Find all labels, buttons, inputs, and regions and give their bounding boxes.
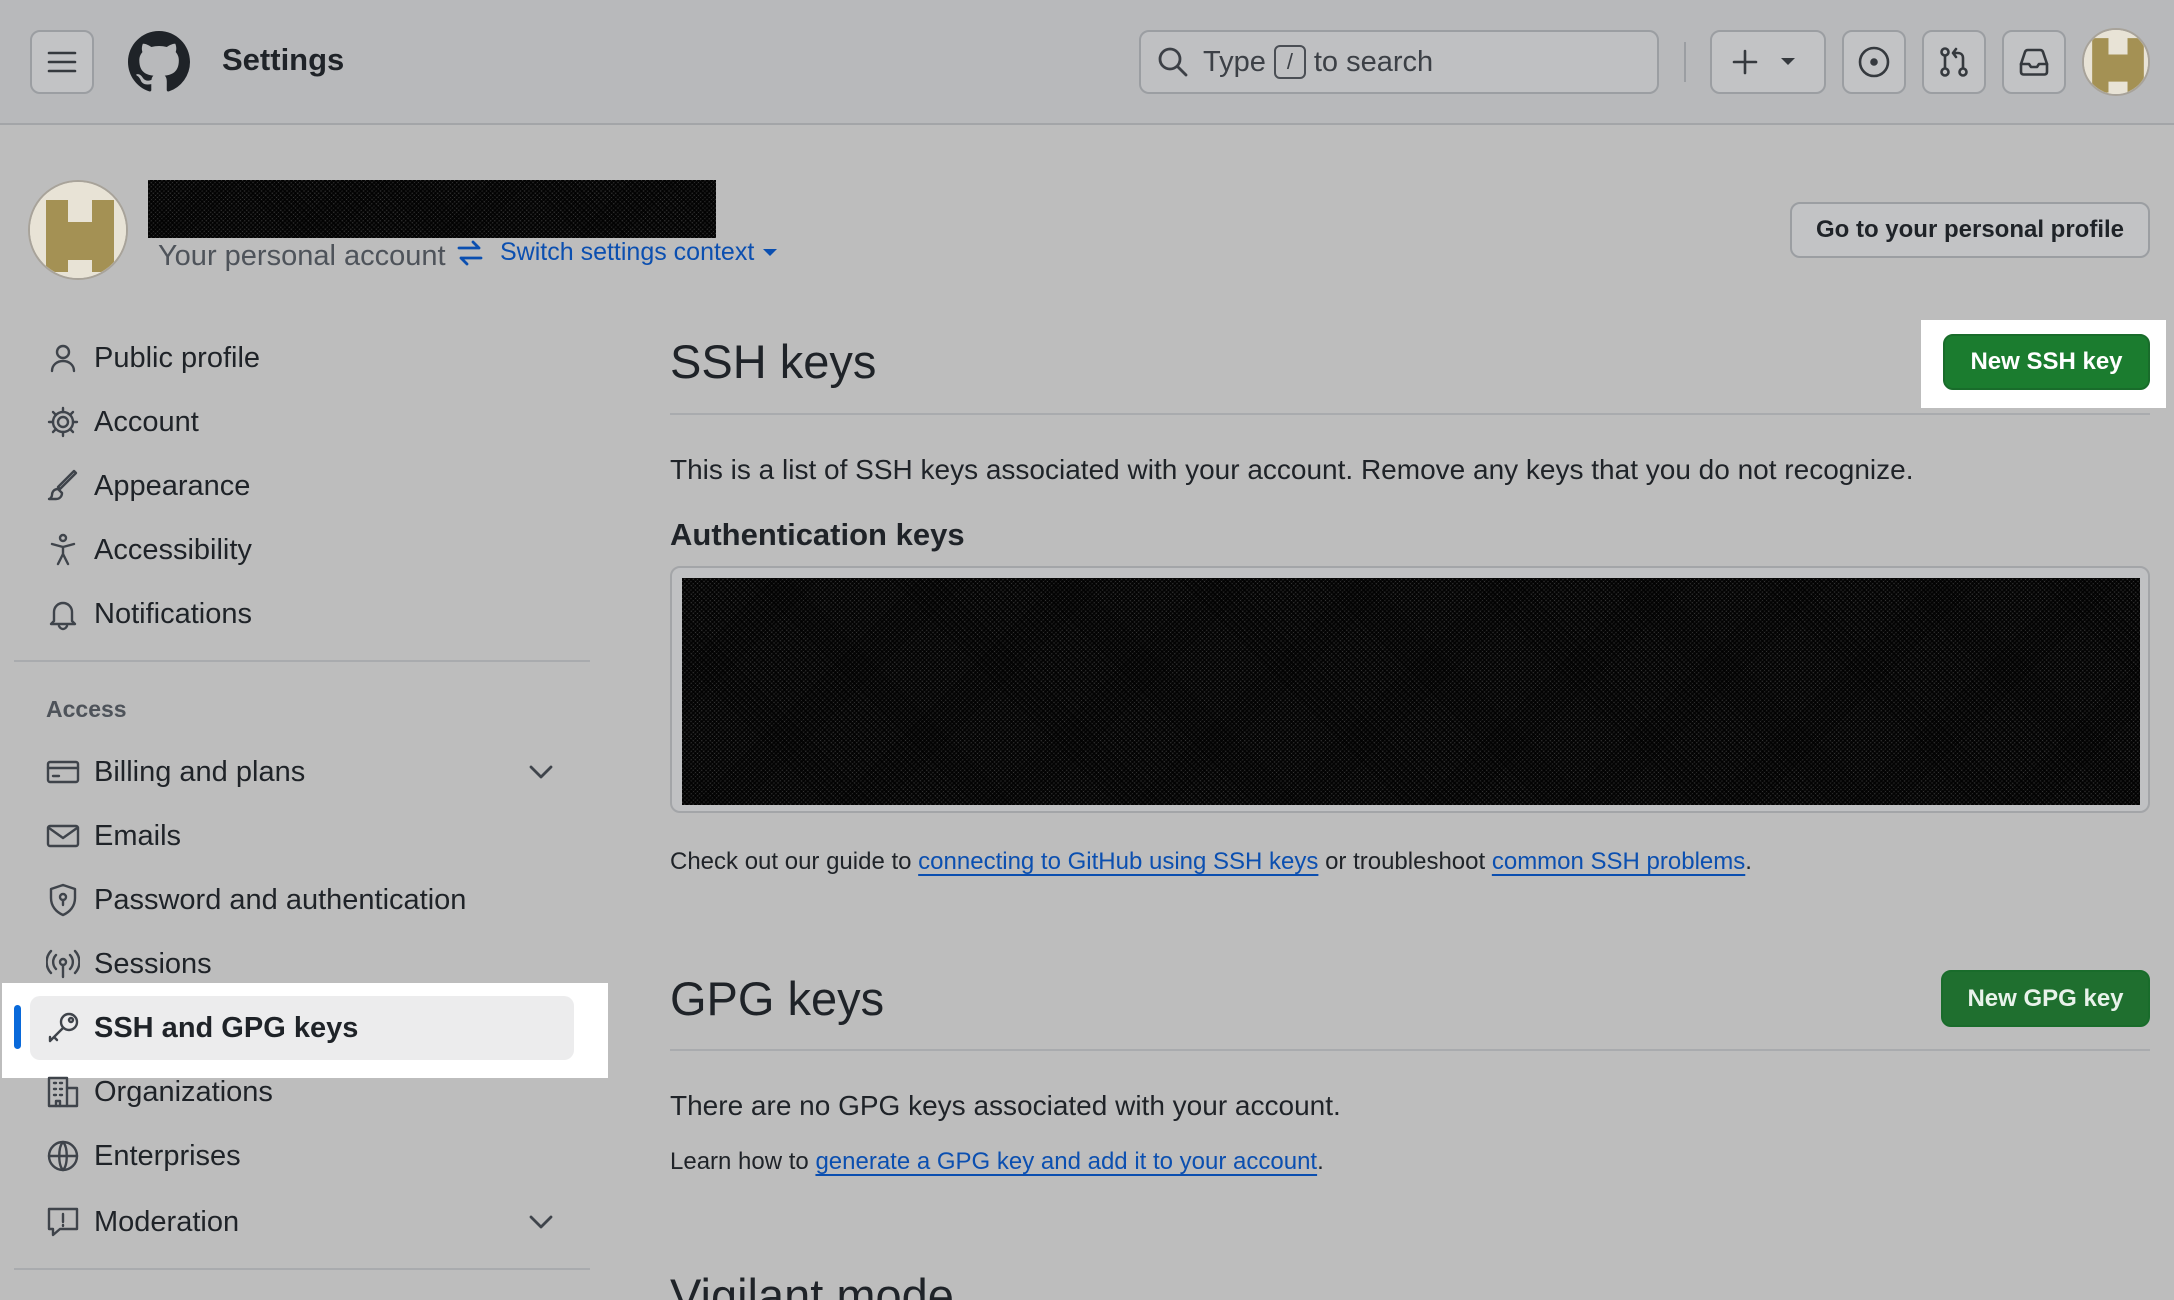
ssh-guide-link[interactable]: connecting to GitHub using SSH keys (918, 848, 1318, 875)
sidebar-active-indicator (14, 1005, 21, 1049)
sidebar-item-label: Emails (94, 819, 182, 852)
sidebar-item-label: Notifications (94, 597, 252, 630)
sidebar-item-label: Appearance (94, 469, 251, 502)
redacted-ssh-keys (682, 578, 2140, 805)
vigilant-mode-title: Vigilant mode (670, 1269, 954, 1300)
bell-icon (49, 601, 77, 631)
ssh-description: This is a list of SSH keys associated wi… (670, 454, 1914, 485)
inbox-button[interactable] (2002, 30, 2066, 94)
sidebar-item-sessions[interactable]: Sessions (46, 939, 212, 989)
accessibility-icon (50, 533, 76, 566)
search-placeholder-suffix: to search (1313, 45, 1434, 78)
sidebar-item-label: Accessibility (94, 533, 252, 566)
hamburger-icon (47, 51, 77, 73)
user-avatar-header[interactable] (2082, 28, 2150, 96)
github-logo-icon[interactable] (128, 31, 190, 93)
sidebar-item-label: Organizations (94, 1075, 273, 1108)
gpg-learn-prefix: Learn how to (670, 1148, 809, 1175)
authentication-keys-heading: Authentication keys (670, 517, 965, 552)
inbox-icon (2019, 48, 2049, 76)
report-icon (47, 1207, 79, 1237)
sidebar-item-notifications[interactable]: Notifications (46, 589, 252, 639)
header-divider (1684, 42, 1686, 82)
gear-icon (47, 406, 79, 438)
sidebar-item-accessibility[interactable]: Accessibility (46, 525, 252, 575)
search-icon (1158, 47, 1188, 77)
sidebar-heading-access: Access (46, 696, 127, 722)
sidebar-divider-bottom (14, 1268, 590, 1270)
issue-circle-icon (1858, 46, 1890, 78)
sidebar-item-emails[interactable]: Emails (46, 811, 181, 861)
broadcast-icon (46, 949, 80, 979)
gpg-learn-text: Learn how to generate a GPG key and add … (670, 1148, 1324, 1176)
pull-request-icon (1940, 47, 1968, 77)
switch-settings-context-link[interactable]: Switch settings context (456, 238, 778, 267)
sidebar-item-label: Enterprises (94, 1139, 241, 1172)
search-input[interactable]: Type / to search (1139, 30, 1659, 94)
sidebar-item-ssh-gpg-keys[interactable]: SSH and GPG keys (46, 1003, 358, 1053)
sidebar-item-appearance[interactable]: Appearance (46, 461, 250, 511)
new-ssh-key-button[interactable]: New SSH key (1943, 334, 2150, 390)
top-header: Settings Type / to search (0, 0, 2174, 125)
arrow-switch-icon (457, 240, 483, 265)
sidebar-divider (14, 660, 590, 662)
plus-icon (1732, 49, 1758, 75)
ssh-guide-middle: or troubleshoot (1325, 848, 1486, 875)
menu-button[interactable] (30, 30, 94, 94)
key-icon (48, 1012, 79, 1043)
sidebar-item-password-authentication[interactable]: Password and authentication (46, 875, 466, 925)
redacted-username (148, 180, 716, 238)
sidebar-item-label: Public profile (94, 341, 261, 374)
identicon-avatar-large (30, 182, 126, 278)
person-icon (50, 344, 76, 373)
sidebar-item-public-profile[interactable]: Public profile (46, 333, 260, 383)
create-new-button[interactable] (1710, 30, 1826, 94)
ssh-guide-suffix: . (1745, 848, 1752, 875)
globe-icon (47, 1140, 79, 1172)
sidebar-item-billing[interactable]: Billing and plans (46, 747, 305, 797)
sidebar-item-label: Moderation (94, 1205, 240, 1238)
gpg-learn-suffix: . (1317, 1148, 1324, 1175)
gpg-empty-message: There are no GPG keys associated with yo… (670, 1090, 1341, 1121)
sidebar-item-label: Account (94, 405, 199, 438)
user-avatar (28, 180, 128, 280)
gpg-keys-title: GPG keys (670, 972, 885, 1025)
sidebar-item-label: Sessions (94, 947, 212, 980)
sidebar-item-organizations[interactable]: Organizations (46, 1067, 273, 1117)
ssh-guide-prefix: Check out our guide to (670, 848, 912, 875)
chevron-down-icon[interactable] (526, 1212, 556, 1232)
ssh-guide-text: Check out our guide to connecting to Git… (670, 848, 1752, 876)
ssh-problems-link[interactable]: common SSH problems (1492, 848, 1745, 875)
sidebar-item-label: Password and authentication (94, 883, 467, 916)
new-gpg-key-button[interactable]: New GPG key (1941, 970, 2150, 1027)
sidebar-item-label: SSH and GPG keys (94, 1011, 359, 1044)
personal-account-label: Your personal account (158, 240, 446, 272)
chevron-down-icon[interactable] (526, 762, 556, 782)
caret-down-icon (763, 248, 778, 256)
sidebar-item-enterprises[interactable]: Enterprises (46, 1131, 241, 1181)
sidebar-item-moderation[interactable]: Moderation (46, 1197, 239, 1247)
gpg-divider (670, 1049, 2150, 1051)
go-to-profile-button[interactable]: Go to your personal profile (1790, 202, 2150, 258)
ssh-keys-title: SSH keys (670, 335, 877, 388)
mail-icon (46, 824, 80, 848)
search-placeholder-prefix: Type (1203, 45, 1266, 78)
organization-icon (47, 1076, 79, 1108)
search-shortcut-key: / (1273, 45, 1306, 79)
identicon-avatar (2084, 30, 2148, 94)
pull-requests-button[interactable] (1922, 30, 1986, 94)
header-title: Settings (222, 42, 345, 77)
sidebar-item-label: Billing and plans (94, 755, 306, 788)
generate-gpg-key-link[interactable]: generate a GPG key and add it to your ac… (815, 1148, 1317, 1175)
credit-card-icon (46, 760, 80, 784)
caret-down-icon (1781, 58, 1795, 65)
shield-icon (49, 883, 77, 917)
issues-button[interactable] (1842, 30, 1906, 94)
authentication-keys-list (670, 566, 2150, 813)
switch-context-label: Switch settings context (500, 238, 755, 266)
ssh-divider (670, 413, 2150, 415)
sidebar-item-account[interactable]: Account (46, 397, 199, 447)
paintbrush-icon (47, 469, 78, 501)
